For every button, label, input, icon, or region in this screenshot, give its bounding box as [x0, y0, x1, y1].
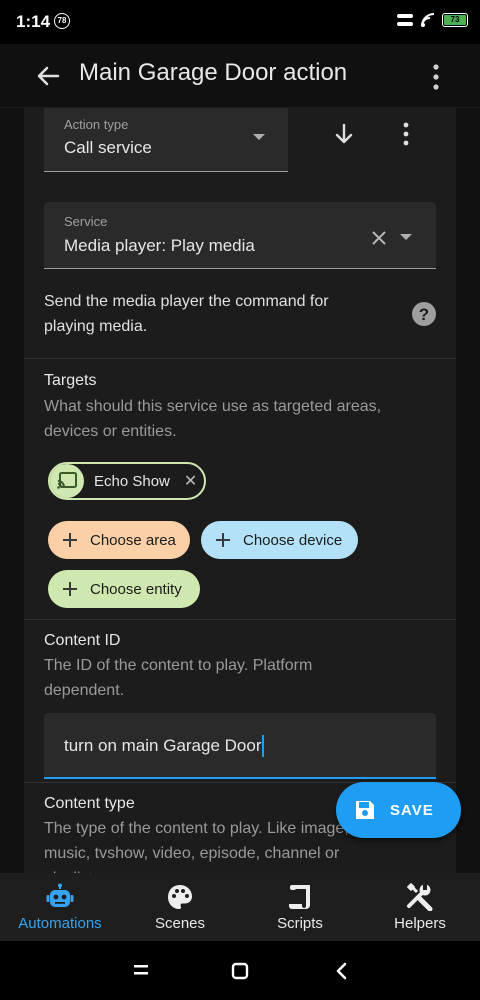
status-time: 1:14	[16, 12, 51, 31]
app-bar: Main Garage Door action	[0, 44, 480, 108]
status-bar: 1:14 78 73	[0, 0, 480, 44]
battery-level: 73	[444, 15, 466, 25]
choose-device-button[interactable]: Choose device	[201, 521, 358, 559]
content-id-input[interactable]: turn on main Garage Door	[44, 713, 436, 779]
notification-badge: 78	[54, 13, 70, 29]
nav-automations-label: Automations	[18, 915, 102, 932]
nav-scripts[interactable]: Scripts	[240, 873, 360, 941]
arrow-down-icon[interactable]	[332, 122, 356, 146]
text-cursor	[262, 735, 264, 757]
service-value: Media player: Play media	[64, 236, 255, 255]
chevron-down-icon	[253, 134, 265, 140]
choose-device-label: Choose device	[243, 531, 343, 549]
entity-chip-label: Echo Show	[94, 472, 170, 490]
service-select[interactable]: Service Media player: Play media	[44, 202, 436, 269]
status-icons: 73	[396, 12, 468, 28]
save-button[interactable]: SAVE	[336, 782, 461, 838]
save-icon	[356, 801, 374, 819]
plus-icon	[216, 533, 230, 547]
page-title: Main Garage Door action	[79, 59, 348, 86]
action-type-value: Call service	[64, 138, 152, 157]
battery-icon: 73	[442, 13, 468, 27]
nav-scripts-label: Scripts	[277, 915, 323, 932]
content-id-value: turn on main Garage Door	[64, 736, 262, 755]
action-type-select[interactable]: Action type Call service	[44, 108, 288, 172]
toggle-icon	[397, 14, 413, 26]
action-type-label: Action type	[64, 117, 129, 132]
remove-entity-icon[interactable]: ✕	[184, 471, 197, 491]
targets-description: What should this service use as targeted…	[44, 398, 382, 440]
divider	[24, 619, 456, 620]
plus-icon	[63, 533, 77, 547]
content-type-description: The type of the content to play. Like im…	[44, 820, 349, 873]
action-card: Action type Call service Service Media p…	[24, 108, 456, 873]
choose-area-label: Choose area	[90, 531, 176, 549]
content-type-title: Content type	[44, 795, 135, 812]
entity-chip-echo-show[interactable]: Echo Show ✕	[48, 462, 206, 500]
svg-text:?: ?	[419, 305, 429, 324]
service-description: Send the media player the command for pl…	[44, 293, 329, 335]
recents-icon[interactable]	[133, 962, 149, 978]
more-vert-icon[interactable]	[428, 62, 444, 92]
back-arrow-icon[interactable]	[32, 60, 64, 92]
content-id-description: The ID of the content to play. Platform …	[44, 657, 313, 699]
script-icon	[289, 885, 310, 909]
nav-scenes[interactable]: Scenes	[120, 873, 240, 941]
nav-scenes-label: Scenes	[154, 915, 206, 932]
plus-icon	[63, 582, 77, 596]
cast-icon	[50, 464, 84, 498]
nav-helpers[interactable]: Helpers	[360, 873, 480, 941]
targets-title: Targets	[44, 372, 97, 389]
back-icon[interactable]	[334, 962, 350, 980]
nav-automations[interactable]: Automations	[0, 873, 120, 941]
more-vert-icon[interactable]	[400, 122, 412, 146]
robot-icon	[46, 883, 74, 907]
choose-entity-button[interactable]: Choose entity	[48, 570, 200, 608]
service-label: Service	[64, 214, 108, 229]
home-icon[interactable]	[231, 962, 249, 980]
wifi-icon	[421, 13, 435, 27]
clear-icon[interactable]	[371, 230, 387, 246]
chevron-down-icon[interactable]	[400, 234, 412, 240]
help-icon[interactable]: ?	[411, 301, 437, 327]
system-nav-bar	[0, 941, 480, 1000]
tools-icon	[407, 883, 433, 911]
nav-helpers-label: Helpers	[394, 915, 446, 932]
palette-icon	[168, 885, 192, 909]
content-id-title: Content ID	[44, 632, 121, 649]
save-label: SAVE	[390, 801, 434, 819]
bottom-nav: Automations Scenes Scripts Helpers	[0, 873, 480, 941]
divider	[24, 358, 456, 359]
choose-entity-label: Choose entity	[90, 580, 182, 598]
choose-area-button[interactable]: Choose area	[48, 521, 190, 559]
content-area[interactable]: Action type Call service Service Media p…	[0, 108, 480, 873]
